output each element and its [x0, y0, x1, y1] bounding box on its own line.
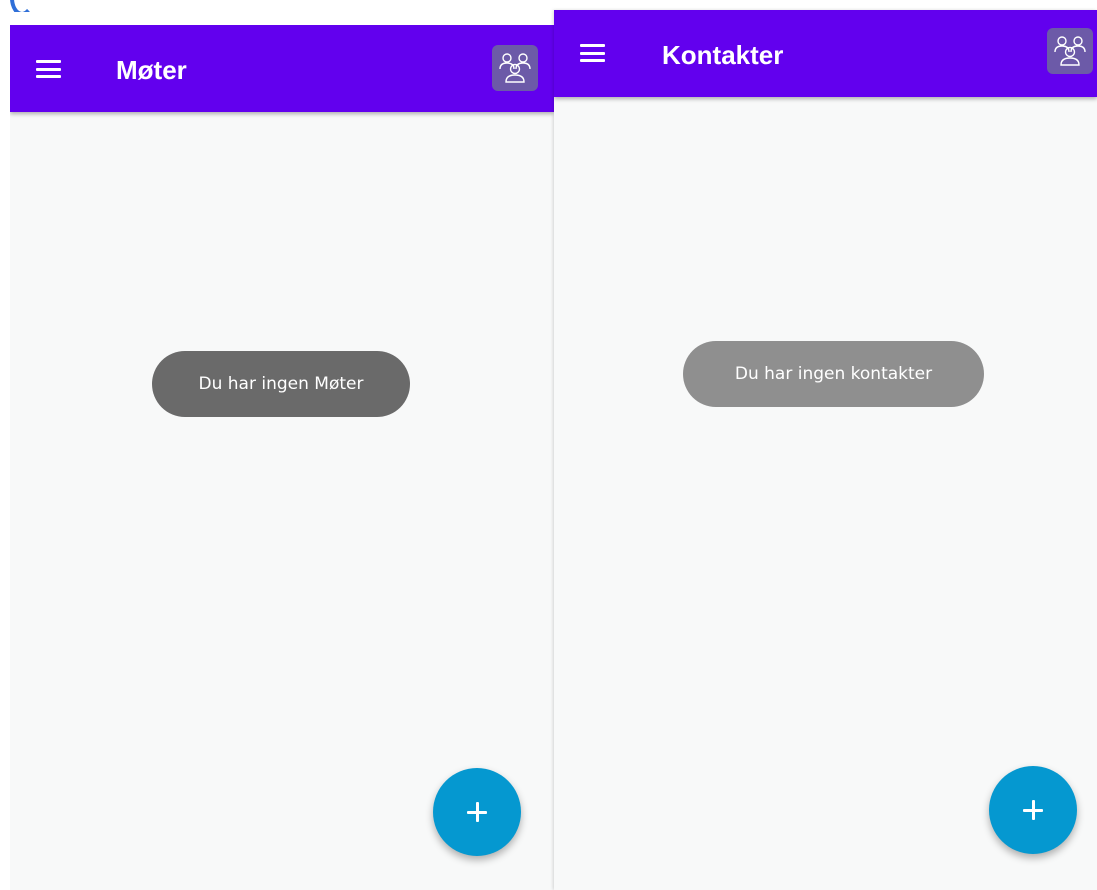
page-title: Kontakter [662, 40, 784, 70]
page-title: Møter [116, 55, 187, 85]
contacts-screen: Kontakter Du har ingen kontakter [554, 10, 1097, 890]
add-contact-button[interactable] [989, 766, 1077, 854]
hamburger-menu-icon[interactable] [36, 60, 68, 78]
group-people-icon[interactable] [1047, 28, 1093, 74]
hamburger-menu-icon[interactable] [580, 44, 612, 62]
empty-state-message: Du har ingen Møter [152, 351, 410, 417]
add-meeting-button[interactable] [433, 768, 521, 856]
app-bar: Møter [10, 25, 554, 112]
plus-icon [467, 802, 487, 822]
corner-fragment-icon [0, 0, 32, 12]
group-people-icon[interactable] [492, 45, 538, 91]
plus-icon [1023, 800, 1043, 820]
app-bar: Kontakter [554, 10, 1097, 97]
empty-state-message: Du har ingen kontakter [683, 341, 984, 407]
meetings-screen: Møter Du har ingen Møter [10, 25, 554, 890]
